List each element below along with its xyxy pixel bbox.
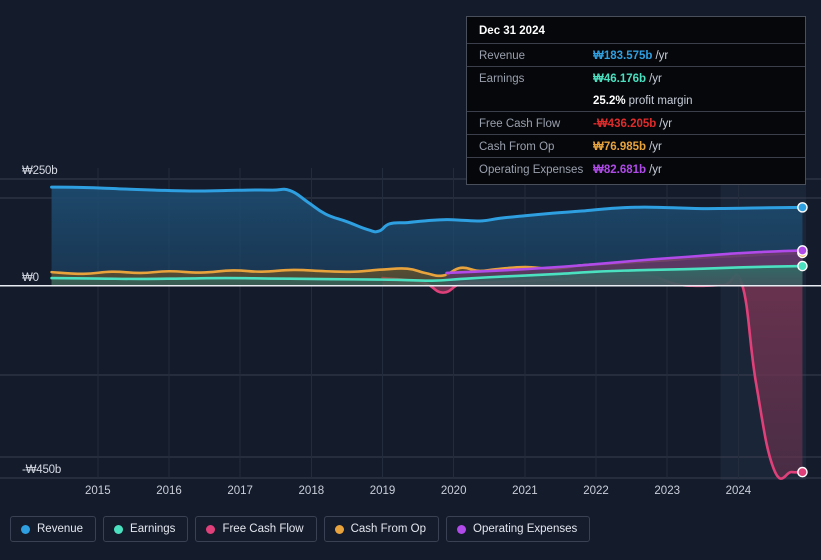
tooltip-row-value-wrap: -₩436.205b/yr <box>593 114 672 132</box>
x-axis-tick-label: 2019 <box>369 485 396 497</box>
x-axis-tick-label: 2023 <box>654 485 680 497</box>
tooltip-row-value: ₩46.176b <box>593 73 647 85</box>
legend-color-dot <box>21 524 30 534</box>
legend-color-dot <box>206 524 216 534</box>
endpoint-marker-free-cash-flow <box>797 466 808 478</box>
y-axis-tick-label: -₩450b <box>22 464 62 476</box>
tooltip-row: Cash From Op ₩76.985b/yr <box>467 134 805 157</box>
tooltip-row-suffix: /yr <box>649 73 662 85</box>
x-axis-tick-label: 2022 <box>583 485 609 497</box>
tooltip-row-label: Earnings <box>479 73 525 85</box>
x-axis-tick-label: 2017 <box>227 485 253 497</box>
tooltip-row-suffix: /yr <box>659 118 673 130</box>
tooltip-row-value: 25.2% <box>593 95 626 107</box>
legend-item-revenue[interactable]: Revenue <box>10 516 97 542</box>
endpoint-marker-operating-expenses <box>797 245 808 256</box>
tooltip-row-value-wrap: ₩76.985b/yr <box>593 137 662 155</box>
x-axis-tick-label: 2018 <box>298 485 325 497</box>
tooltip-row-suffix: /yr <box>655 50 669 62</box>
tooltip-row: Earnings ₩46.176b/yr <box>467 66 805 89</box>
tooltip-row-suffix: profit margin <box>628 95 693 107</box>
legend-item-earnings[interactable]: Earnings <box>103 516 189 542</box>
legend-item-free-cash-flow[interactable]: Free Cash Flow <box>195 516 317 542</box>
legend-item-cash-from-op[interactable]: Cash From Op <box>323 516 440 542</box>
tooltip-row: Revenue ₩183.575b/yr <box>467 43 805 66</box>
tooltip-row-label: Free Cash Flow <box>479 118 561 130</box>
x-axis-tick-label: 2016 <box>156 485 182 497</box>
chart-legend[interactable]: Revenue Earnings Free Cash Flow Cash From O… <box>10 516 591 542</box>
legend-item-label: Earnings <box>130 523 176 535</box>
tooltip-row-label: Cash From Op <box>479 141 555 153</box>
legend-color-dot <box>334 524 344 534</box>
tooltip-row: Free Cash Flow -₩436.205b/yr <box>467 111 805 134</box>
legend-item-label: Operating Expenses <box>473 523 578 535</box>
tooltip-date: Dec 31 2024 <box>479 25 545 37</box>
legend-item-label: Revenue <box>37 523 84 535</box>
legend-item-operating-expenses[interactable]: Operating Expenses <box>446 516 591 542</box>
tooltip-row-label: Operating Expenses <box>479 164 584 176</box>
legend-item-label: Cash From Op <box>350 523 427 535</box>
tooltip-row-value-wrap: 25.2% profit margin <box>593 91 693 109</box>
legend-item-label: Free Cash Flow <box>222 523 304 535</box>
tooltip-row-value-wrap: ₩82.681b/yr <box>593 160 662 178</box>
tooltip-row-suffix: /yr <box>649 164 662 176</box>
endpoint-marker-revenue <box>797 202 808 213</box>
tooltip-row-value: ₩183.575b <box>593 50 653 62</box>
financial-chart-page: ₩250b ₩0 -₩450b 2015 2016 2017 2018 2019 2020 20… <box>0 0 821 560</box>
tooltip-row: 25.2% profit margin <box>467 89 805 111</box>
legend-color-dot <box>114 524 124 534</box>
tooltip-row-suffix: /yr <box>649 141 662 153</box>
tooltip-row-label: Revenue <box>479 50 526 62</box>
legend-color-dot <box>457 524 467 534</box>
chart-tooltip: Dec 31 2024 Revenue ₩183.575b/yr Earnings ₩… <box>466 16 806 185</box>
tooltip-row: Operating Expenses ₩82.681b/yr <box>467 157 805 180</box>
tooltip-row-value: ₩82.681b <box>593 164 647 176</box>
y-axis-tick-label: ₩0 <box>22 271 39 284</box>
y-axis-tick-label: ₩250b <box>22 165 58 177</box>
endpoint-marker-earnings <box>797 260 808 272</box>
tooltip-row-value-wrap: ₩46.176b/yr <box>593 69 662 87</box>
x-axis-tick-label: 2020 <box>440 485 467 497</box>
tooltip-rows: Revenue ₩183.575b/yr Earnings ₩46.176b/yr 25… <box>467 43 805 180</box>
x-axis-tick-label: 2021 <box>512 485 538 497</box>
tooltip-row-value: -₩436.205b <box>593 118 657 130</box>
tooltip-row-value: ₩76.985b <box>593 141 647 153</box>
tooltip-row-value-wrap: ₩183.575b/yr <box>593 46 668 64</box>
x-axis-tick-label: 2024 <box>725 485 752 497</box>
x-axis-tick-label: 2015 <box>85 485 111 497</box>
